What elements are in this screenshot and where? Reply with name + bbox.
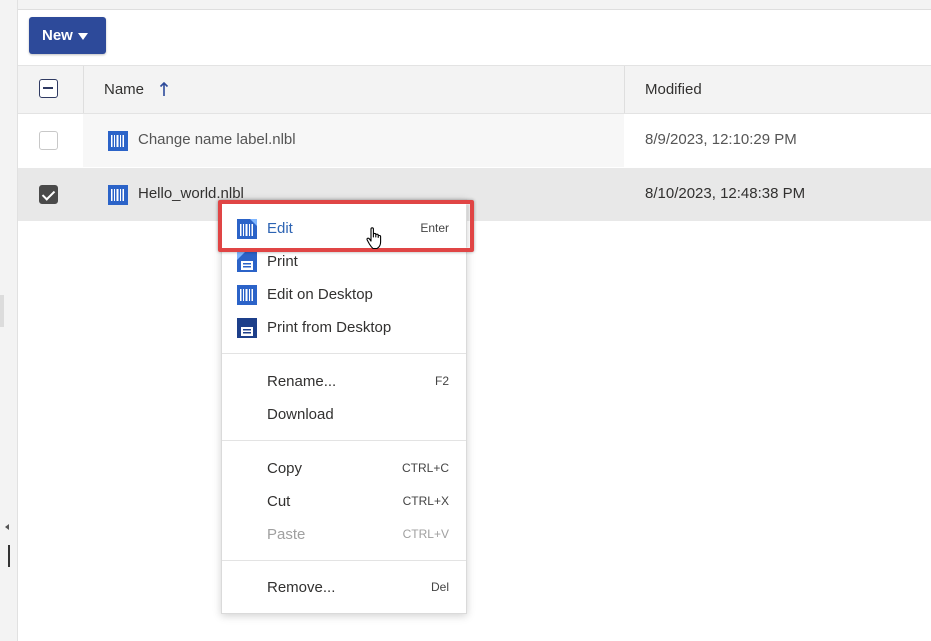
grid-header: Name Modified [18,65,931,114]
menu-item-remove[interactable]: Remove... Del [222,571,466,604]
file-name[interactable]: Change name label.nlbl [138,131,296,148]
top-border [18,0,931,10]
menu-item-paste[interactable]: Paste CTRL+V [222,518,466,551]
menu-item-print-from-desktop[interactable]: Print from Desktop [222,311,466,344]
menu-item-download[interactable]: Download [222,398,466,431]
context-menu: Edit Enter Print Edit on Desktop Print f… [221,199,467,614]
table-row[interactable]: Change name label.nlbl 8/9/2023, 12:10:2… [18,114,931,168]
menu-divider [222,353,466,354]
menu-item-label: Print from Desktop [267,319,392,336]
label-file-icon [108,185,128,205]
label-edit-desktop-icon [237,285,257,305]
print-icon [237,252,257,272]
menu-item-shortcut: CTRL+X [402,494,449,508]
menu-item-edit[interactable]: Edit Enter [222,212,466,245]
menu-item-label: Edit on Desktop [267,286,373,303]
menu-item-label: Print [267,253,298,270]
menu-item-print[interactable]: Print [222,245,466,278]
menu-item-label: Download [267,406,334,423]
menu-item-shortcut: Enter [420,221,449,235]
menu-item-label: Copy [267,460,303,477]
text-cursor-bar [8,545,10,567]
menu-item-shortcut: CTRL+V [402,527,449,541]
select-all-cell [18,66,83,113]
print-desktop-icon [237,318,257,338]
label-edit-icon [237,219,257,239]
select-all-checkbox[interactable] [39,79,58,98]
file-modified: 8/10/2023, 12:48:38 PM [645,185,806,202]
label-file-icon [108,131,128,151]
menu-item-label: Edit [267,220,293,237]
hand-cursor-icon [366,227,382,250]
column-divider[interactable] [624,66,625,113]
new-button-label: New [42,27,73,44]
menu-divider [222,440,466,441]
menu-item-label: Paste [267,526,306,543]
menu-item-label: Rename... [267,373,337,390]
sort-ascending-icon[interactable] [159,81,173,98]
menu-item-label: Remove... [267,579,336,596]
menu-item-cut[interactable]: Cut CTRL+X [222,485,466,518]
menu-item-shortcut: F2 [434,374,449,388]
panel-resize-grip[interactable] [0,295,4,327]
menu-item-copy[interactable]: Copy CTRL+C [222,452,466,485]
row-checkbox[interactable] [39,131,58,150]
menu-item-shortcut: Del [430,580,449,594]
file-grid: Name Modified Change name label.nlbl 8/9… [18,65,931,222]
menu-item-shortcut: CTRL+C [401,461,449,475]
collapse-arrow-icon[interactable] [5,524,9,530]
column-header-name[interactable]: Name [104,81,144,98]
menu-item-edit-on-desktop[interactable]: Edit on Desktop [222,278,466,311]
row-checkbox[interactable] [39,185,58,204]
menu-item-label: Cut [267,493,291,510]
file-modified: 8/9/2023, 12:10:29 PM [645,131,797,148]
menu-divider [222,560,466,561]
toolbar: New [18,10,931,65]
caret-down-icon [78,33,88,40]
column-divider [83,66,84,113]
new-button[interactable]: New [29,17,106,54]
column-header-modified[interactable]: Modified [645,81,702,98]
table-row[interactable]: Hello_world.nlbl 8/10/2023, 12:48:38 PM [18,168,931,222]
menu-item-rename[interactable]: Rename... F2 [222,365,466,398]
side-panel-strip [0,0,18,641]
